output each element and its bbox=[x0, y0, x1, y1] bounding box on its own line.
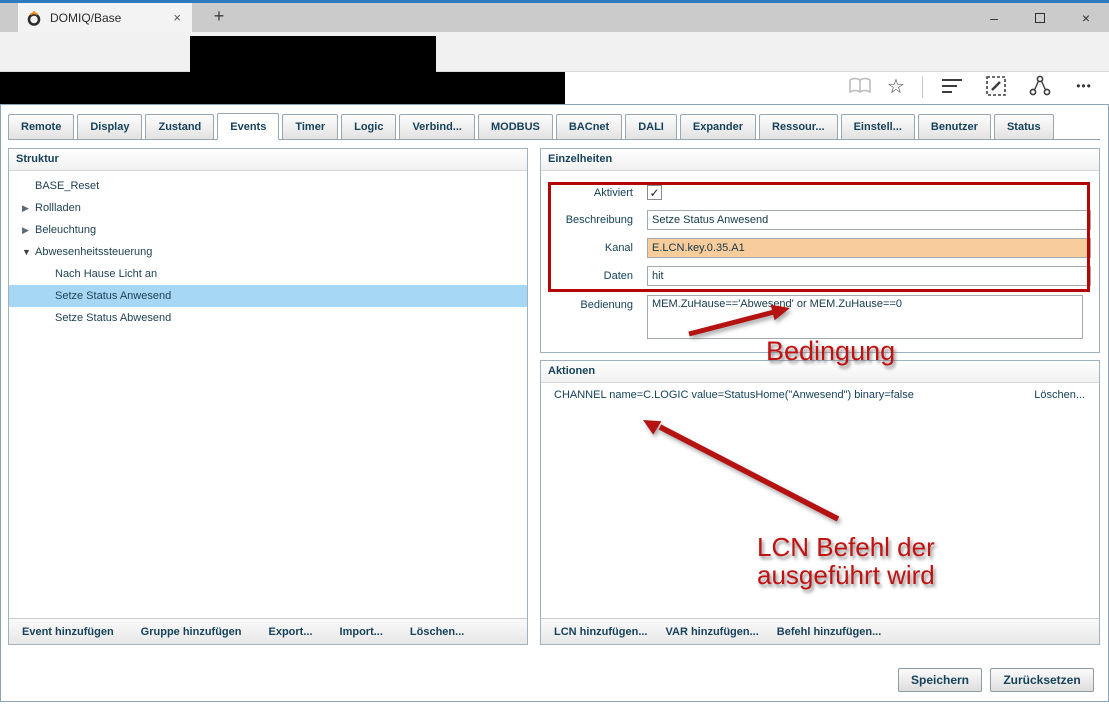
import-button[interactable]: Import... bbox=[340, 626, 383, 638]
tree-item-nach-hause-licht-an[interactable]: Nach Hause Licht an bbox=[9, 263, 527, 285]
redacted-bookmarks-area bbox=[0, 72, 565, 104]
tab-logic[interactable]: Logic bbox=[341, 114, 396, 140]
speichern-button[interactable]: Speichern bbox=[898, 668, 982, 692]
loeschen-button[interactable]: Löschen... bbox=[410, 626, 464, 638]
struktur-toolbar: Event hinzufügen Gruppe hinzufügen Expor… bbox=[9, 618, 527, 644]
aktionen-panel-title: Aktionen bbox=[541, 361, 1099, 383]
zuruecksetzen-button[interactable]: Zurücksetzen bbox=[990, 668, 1094, 692]
tree-item-base-reset[interactable]: BASE_Reset bbox=[9, 175, 527, 197]
tree-item-abwesenheitssteuerung[interactable]: ▼ Abwesenheitssteuerung bbox=[9, 241, 527, 263]
gruppe-hinzufuegen-button[interactable]: Gruppe hinzufügen bbox=[141, 626, 242, 638]
collapse-arrow-icon[interactable]: ▶ bbox=[22, 219, 29, 241]
expand-arrow-icon[interactable]: ▼ bbox=[22, 241, 31, 263]
tree-item-setze-status-abwesend[interactable]: Setze Status Abwesend bbox=[9, 307, 527, 329]
new-tab-button[interactable]: + bbox=[200, 3, 238, 32]
struktur-panel-title: Struktur bbox=[9, 149, 527, 171]
einzelheiten-panel: Einzelheiten Aktiviert ✓ Beschreibung Ka… bbox=[540, 148, 1100, 353]
tab-zustand[interactable]: Zustand bbox=[145, 114, 214, 140]
tree-item-rollladen[interactable]: ▶ Rollladen bbox=[9, 197, 527, 219]
tab-remote[interactable]: Remote bbox=[8, 114, 74, 140]
favorites-star-icon[interactable]: ☆ bbox=[882, 73, 910, 99]
window-controls: – × bbox=[971, 3, 1109, 32]
beschreibung-label: Beschreibung bbox=[541, 214, 633, 226]
tree-item-beleuchtung[interactable]: ▶ Beleuchtung bbox=[9, 219, 527, 241]
share-icon[interactable] bbox=[1026, 73, 1054, 99]
tab-timer[interactable]: Timer bbox=[282, 114, 338, 140]
tab-ressourcen[interactable]: Ressour... bbox=[759, 114, 838, 140]
beschreibung-input[interactable] bbox=[647, 210, 1091, 230]
redacted-address-bar bbox=[190, 36, 436, 72]
hub-icon[interactable] bbox=[938, 73, 966, 99]
bedienung-textarea[interactable]: MEM.ZuHause=='Abwesend' or MEM.ZuHause==… bbox=[647, 295, 1083, 339]
kanal-label: Kanal bbox=[541, 242, 633, 254]
browser-tab-title: DOMIQ/Base bbox=[50, 11, 170, 25]
more-options-icon[interactable]: ••• bbox=[1070, 73, 1098, 99]
kanal-input[interactable] bbox=[647, 238, 1091, 258]
tree-item-setze-status-anwesend[interactable]: Setze Status Anwesend bbox=[9, 285, 527, 307]
screen: DOMIQ/Base × + – × ← → ↻ ⌂ ☆ bbox=[0, 0, 1109, 707]
befehl-hinzufuegen-button[interactable]: Befehl hinzufügen... bbox=[777, 626, 882, 638]
tab-expander[interactable]: Expander bbox=[680, 114, 756, 140]
tab-modbus[interactable]: MODBUS bbox=[478, 114, 553, 140]
browser-tab-bar: DOMIQ/Base × + – × bbox=[0, 3, 1109, 32]
lcn-hinzufuegen-button[interactable]: LCN hinzufügen... bbox=[554, 626, 647, 638]
web-note-icon[interactable] bbox=[982, 73, 1010, 99]
minimize-button[interactable]: – bbox=[971, 3, 1017, 32]
maximize-button[interactable] bbox=[1017, 3, 1063, 32]
export-button[interactable]: Export... bbox=[269, 626, 313, 638]
daten-label: Daten bbox=[541, 270, 633, 282]
aktionen-toolbar: LCN hinzufügen... VAR hinzufügen... Befe… bbox=[541, 618, 1099, 644]
action-delete-link[interactable]: Löschen... bbox=[1034, 389, 1085, 401]
toolbar-separator bbox=[922, 76, 923, 98]
einzelheiten-panel-title: Einzelheiten bbox=[541, 149, 1099, 171]
tab-bacnet[interactable]: BACnet bbox=[556, 114, 622, 140]
event-hinzufuegen-button[interactable]: Event hinzufügen bbox=[22, 626, 114, 638]
bedienung-label: Bedienung bbox=[541, 299, 633, 311]
tab-display[interactable]: Display bbox=[77, 114, 142, 140]
favicon-icon bbox=[26, 10, 42, 26]
maximize-icon bbox=[1035, 13, 1045, 23]
browser-tab[interactable]: DOMIQ/Base × bbox=[18, 3, 192, 32]
aktiviert-label: Aktiviert bbox=[541, 187, 633, 199]
daten-input[interactable] bbox=[647, 266, 1091, 286]
aktiviert-checkbox[interactable]: ✓ bbox=[647, 185, 662, 200]
struktur-panel: Struktur BASE_Reset ▶ Rollladen ▶ Beleuc… bbox=[8, 148, 528, 645]
action-row[interactable]: CHANNEL name=C.LOGIC value=StatusHome("A… bbox=[554, 389, 914, 401]
tab-close-icon[interactable]: × bbox=[170, 10, 184, 25]
tab-status[interactable]: Status bbox=[994, 114, 1054, 140]
tab-dali[interactable]: DALI bbox=[625, 114, 677, 140]
window-close-button[interactable]: × bbox=[1063, 3, 1109, 32]
tab-einstellungen[interactable]: Einstell... bbox=[841, 114, 915, 140]
collapse-arrow-icon[interactable]: ▶ bbox=[22, 197, 29, 219]
aktionen-panel: Aktionen CHANNEL name=C.LOGIC value=Stat… bbox=[540, 360, 1100, 645]
app-tab-strip: Remote Display Zustand Events Timer Logi… bbox=[8, 113, 1100, 140]
browser-toolbar: ← → ↻ ⌂ ☆ bbox=[0, 32, 1109, 72]
event-tree: BASE_Reset ▶ Rollladen ▶ Beleuchtung ▼ A… bbox=[9, 171, 527, 618]
reading-list-icon[interactable] bbox=[846, 73, 874, 99]
tab-benutzer[interactable]: Benutzer bbox=[918, 114, 991, 140]
tab-events[interactable]: Events bbox=[217, 113, 279, 140]
tab-verbindungen[interactable]: Verbind... bbox=[399, 114, 475, 140]
var-hinzufuegen-button[interactable]: VAR hinzufügen... bbox=[665, 626, 758, 638]
